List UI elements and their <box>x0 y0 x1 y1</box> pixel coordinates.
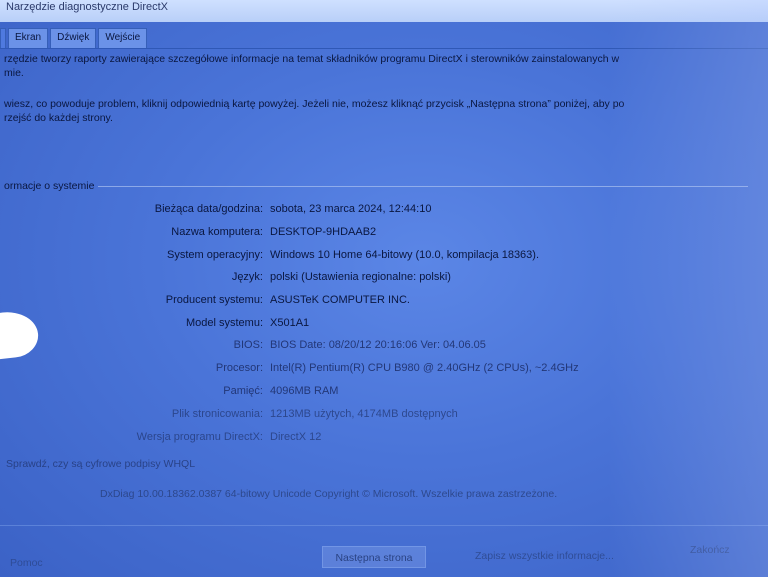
info-value: DirectX 12 <box>270 431 322 443</box>
tab-display[interactable]: Ekran <box>8 28 49 48</box>
tab-divider <box>0 48 768 49</box>
save-all-info-button[interactable]: Zapisz wszystkie informacje... <box>465 546 624 566</box>
tab-strip: Ekran Dźwięk Wejście <box>0 28 148 48</box>
info-label: Plik stronicowania: <box>171 408 263 420</box>
system-info-group-title: ormacje o systemie <box>4 180 95 192</box>
next-page-button[interactable]: Następna strona <box>322 546 426 568</box>
copyright-text: DxDiag 10.00.18362.0387 64-bitowy Unicod… <box>100 488 558 500</box>
intro-line-1: rzędzie tworzy raporty zawierające szcze… <box>4 53 620 65</box>
group-divider <box>98 186 748 187</box>
info-label: Pamięć: <box>223 385 263 397</box>
info-label: Język: <box>231 271 263 283</box>
info-value: X501A1 <box>270 317 310 329</box>
info-label: Model systemu: <box>185 317 263 329</box>
whql-checkbox[interactable]: Sprawdź, czy są cyfrowe podpisy WHQL <box>2 458 195 470</box>
footer-divider <box>0 525 768 526</box>
info-value: Intel(R) Pentium(R) CPU B980 @ 2.40GHz (… <box>270 362 579 374</box>
intro-paragraph-2: wiesz, co powoduje problem, kliknij odpo… <box>4 97 744 125</box>
info-row-memory: Pamięć: 4096MB RAM <box>0 385 768 401</box>
tab-input[interactable]: Wejście <box>98 28 148 48</box>
exit-button[interactable]: Zakończ <box>680 540 740 560</box>
window-title-bar: Narzędzie diagnostyczne DirectX <box>0 0 768 22</box>
info-value: DESKTOP-9HDAAB2 <box>270 226 377 238</box>
intro-line-2: wiesz, co powoduje problem, kliknij odpo… <box>4 98 625 110</box>
info-value: sobota, 23 marca 2024, 12:44:10 <box>270 203 432 215</box>
window-title: Narzędzie diagnostyczne DirectX <box>6 1 169 13</box>
info-value: polski (Ustawienia regionalne: polski) <box>270 271 451 283</box>
info-row-pagefile: Plik stronicowania: 1213MB użytych, 4174… <box>0 408 768 424</box>
info-label: Bieżąca data/godzina: <box>154 203 263 215</box>
info-row-directx-version: Wersja programu DirectX: DirectX 12 <box>0 431 768 447</box>
info-label: Procesor: <box>215 362 263 374</box>
info-value: BIOS Date: 08/20/12 20:16:06 Ver: 04.06.… <box>270 339 486 351</box>
info-row-computer-name: Nazwa komputera: DESKTOP-9HDAAB2 <box>0 226 768 242</box>
info-row-datetime: Bieżąca data/godzina: sobota, 23 marca 2… <box>0 203 768 219</box>
screen-glare <box>608 0 768 577</box>
info-label: Nazwa komputera: <box>171 226 263 238</box>
tab-sound[interactable]: Dźwięk <box>50 28 97 48</box>
help-button[interactable]: Pomoc <box>0 553 53 573</box>
whql-label: Sprawdź, czy są cyfrowe podpisy WHQL <box>6 458 196 470</box>
info-value: ASUSTeK COMPUTER INC. <box>270 294 410 306</box>
info-row-bios: BIOS: BIOS Date: 08/20/12 20:16:06 Ver: … <box>0 339 768 355</box>
info-value: Windows 10 Home 64-bitowy (10.0, kompila… <box>270 249 540 261</box>
info-label: BIOS: <box>233 339 263 351</box>
intro-line-2b: rzejść do każdej strony. <box>4 112 113 124</box>
info-label: System operacyjny: <box>167 249 263 261</box>
intro-line-1b: mie. <box>4 67 24 79</box>
info-row-os: System operacyjny: Windows 10 Home 64-bi… <box>0 249 768 265</box>
intro-paragraph-1: rzędzie tworzy raporty zawierające szcze… <box>4 52 744 80</box>
info-row-language: Język: polski (Ustawienia regionalne: po… <box>0 271 768 287</box>
info-value: 1213MB użytych, 4174MB dostępnych <box>270 408 458 420</box>
info-row-processor: Procesor: Intel(R) Pentium(R) CPU B980 @… <box>0 362 768 378</box>
info-row-manufacturer: Producent systemu: ASUSTeK COMPUTER INC. <box>0 294 768 310</box>
info-row-model: Model systemu: X501A1 <box>0 317 768 333</box>
info-label: Producent systemu: <box>165 294 263 306</box>
info-label: Wersja programu DirectX: <box>136 431 263 443</box>
tab-system[interactable] <box>0 28 6 48</box>
info-value: 4096MB RAM <box>270 385 339 397</box>
